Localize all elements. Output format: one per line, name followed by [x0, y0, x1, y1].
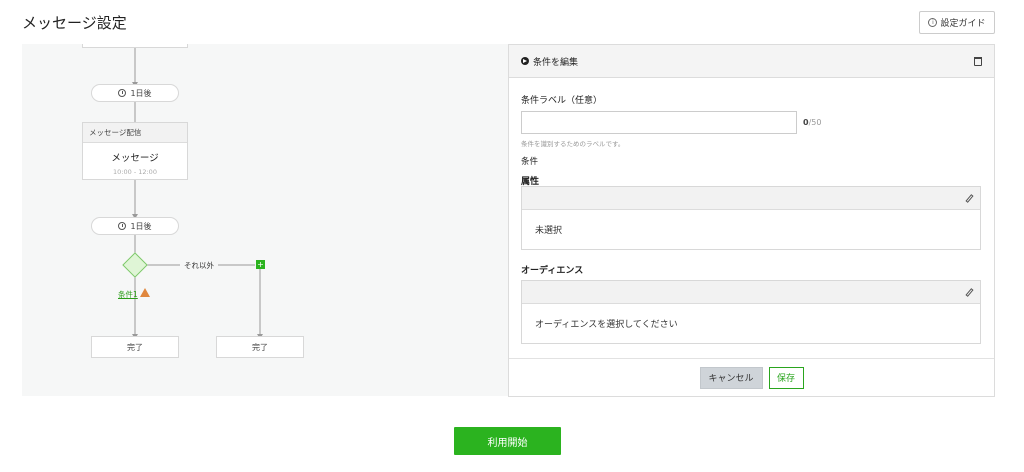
- pencil-icon[interactable]: [965, 288, 974, 297]
- char-counter: 0/50: [803, 118, 821, 127]
- message-node-title: メッセージ: [111, 153, 159, 164]
- attribute-value: 未選択: [535, 226, 563, 236]
- end-node-right[interactable]: 完了: [216, 336, 304, 358]
- audience-title: オーディエンス: [521, 266, 584, 276]
- message-node-header: メッセージ配信: [83, 123, 187, 143]
- delay-label: 1日後: [130, 88, 152, 98]
- settings-guide-label: 設定ガイド: [940, 19, 986, 29]
- end-node-label: 完了: [127, 342, 143, 352]
- settings-guide-button[interactable]: i 設定ガイド: [919, 11, 995, 34]
- end-node-label: 完了: [252, 342, 268, 352]
- flow-node-top[interactable]: [82, 44, 188, 48]
- delay-label: 1日後: [130, 221, 152, 231]
- else-branch-label: それ以外: [182, 260, 216, 271]
- delay-node-2[interactable]: 1日後: [91, 217, 179, 235]
- message-node-time: 10:00 - 12:00: [113, 168, 157, 176]
- edit-condition-panel: 条件を編集 条件ラベル（任意） 0/50 条件を識別するためのラベルです。 条件…: [508, 44, 995, 397]
- add-step-icon[interactable]: +: [256, 260, 265, 269]
- flow-canvas[interactable]: 1日後 メッセージ配信 メッセージ 10:00 - 12:00 1日後 それ以外…: [22, 44, 510, 396]
- audience-value: オーディエンスを選択してください: [535, 320, 678, 330]
- panel-footer: キャンセル 保存: [509, 358, 994, 396]
- page-title: メッセージ設定: [22, 14, 127, 32]
- info-icon: i: [928, 18, 938, 27]
- attribute-box: 未選択: [521, 186, 981, 250]
- audience-box: オーディエンスを選択してください: [521, 280, 981, 344]
- panel-header: 条件を編集: [509, 45, 994, 78]
- condition-heading: 条件: [521, 157, 539, 167]
- attribute-box-bar: [522, 187, 980, 210]
- label-help-text: 条件を識別するためのラベルです。: [521, 140, 625, 148]
- delay-node-1[interactable]: 1日後: [91, 84, 179, 102]
- condition-label-title: 条件ラベル（任意）: [521, 96, 603, 106]
- cancel-button[interactable]: キャンセル: [699, 366, 763, 389]
- play-circle-icon: [521, 57, 529, 65]
- audience-box-bar: [522, 281, 980, 304]
- warning-icon: [140, 288, 150, 297]
- message-node[interactable]: メッセージ配信 メッセージ 10:00 - 12:00: [82, 122, 188, 180]
- clock-icon: [118, 222, 127, 230]
- condition-label-input[interactable]: [521, 111, 797, 134]
- condition-link[interactable]: 条件1: [118, 289, 138, 300]
- save-button[interactable]: 保存: [768, 366, 804, 389]
- pencil-icon[interactable]: [965, 194, 974, 203]
- panel-title: 条件を編集: [533, 57, 579, 68]
- trash-icon[interactable]: [974, 56, 982, 66]
- end-node-left[interactable]: 完了: [91, 336, 179, 358]
- char-max: /50: [808, 118, 822, 127]
- start-using-button[interactable]: 利用開始: [454, 427, 561, 455]
- clock-icon: [118, 89, 127, 97]
